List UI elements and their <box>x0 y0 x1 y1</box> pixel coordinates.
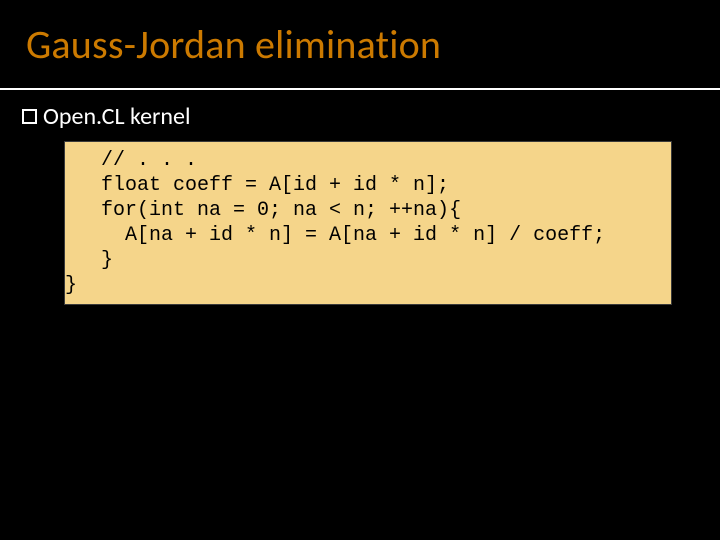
bullet-text: Open.CL kernel <box>43 102 190 131</box>
code-block: // . . . float coeff = A[id + id * n]; f… <box>64 141 672 305</box>
bullet-line: Open.CL kernel <box>22 102 698 131</box>
slide-body: Open.CL kernel // . . . float coeff = A[… <box>0 90 720 327</box>
slide-title: Gauss-Jordan elimination <box>26 20 441 69</box>
slide: Gauss-Jordan elimination Open.CL kernel … <box>0 0 720 540</box>
square-bullet-icon <box>22 109 37 124</box>
title-band: Gauss-Jordan elimination <box>0 0 720 90</box>
code-content: // . . . float coeff = A[id + id * n]; f… <box>65 148 671 298</box>
